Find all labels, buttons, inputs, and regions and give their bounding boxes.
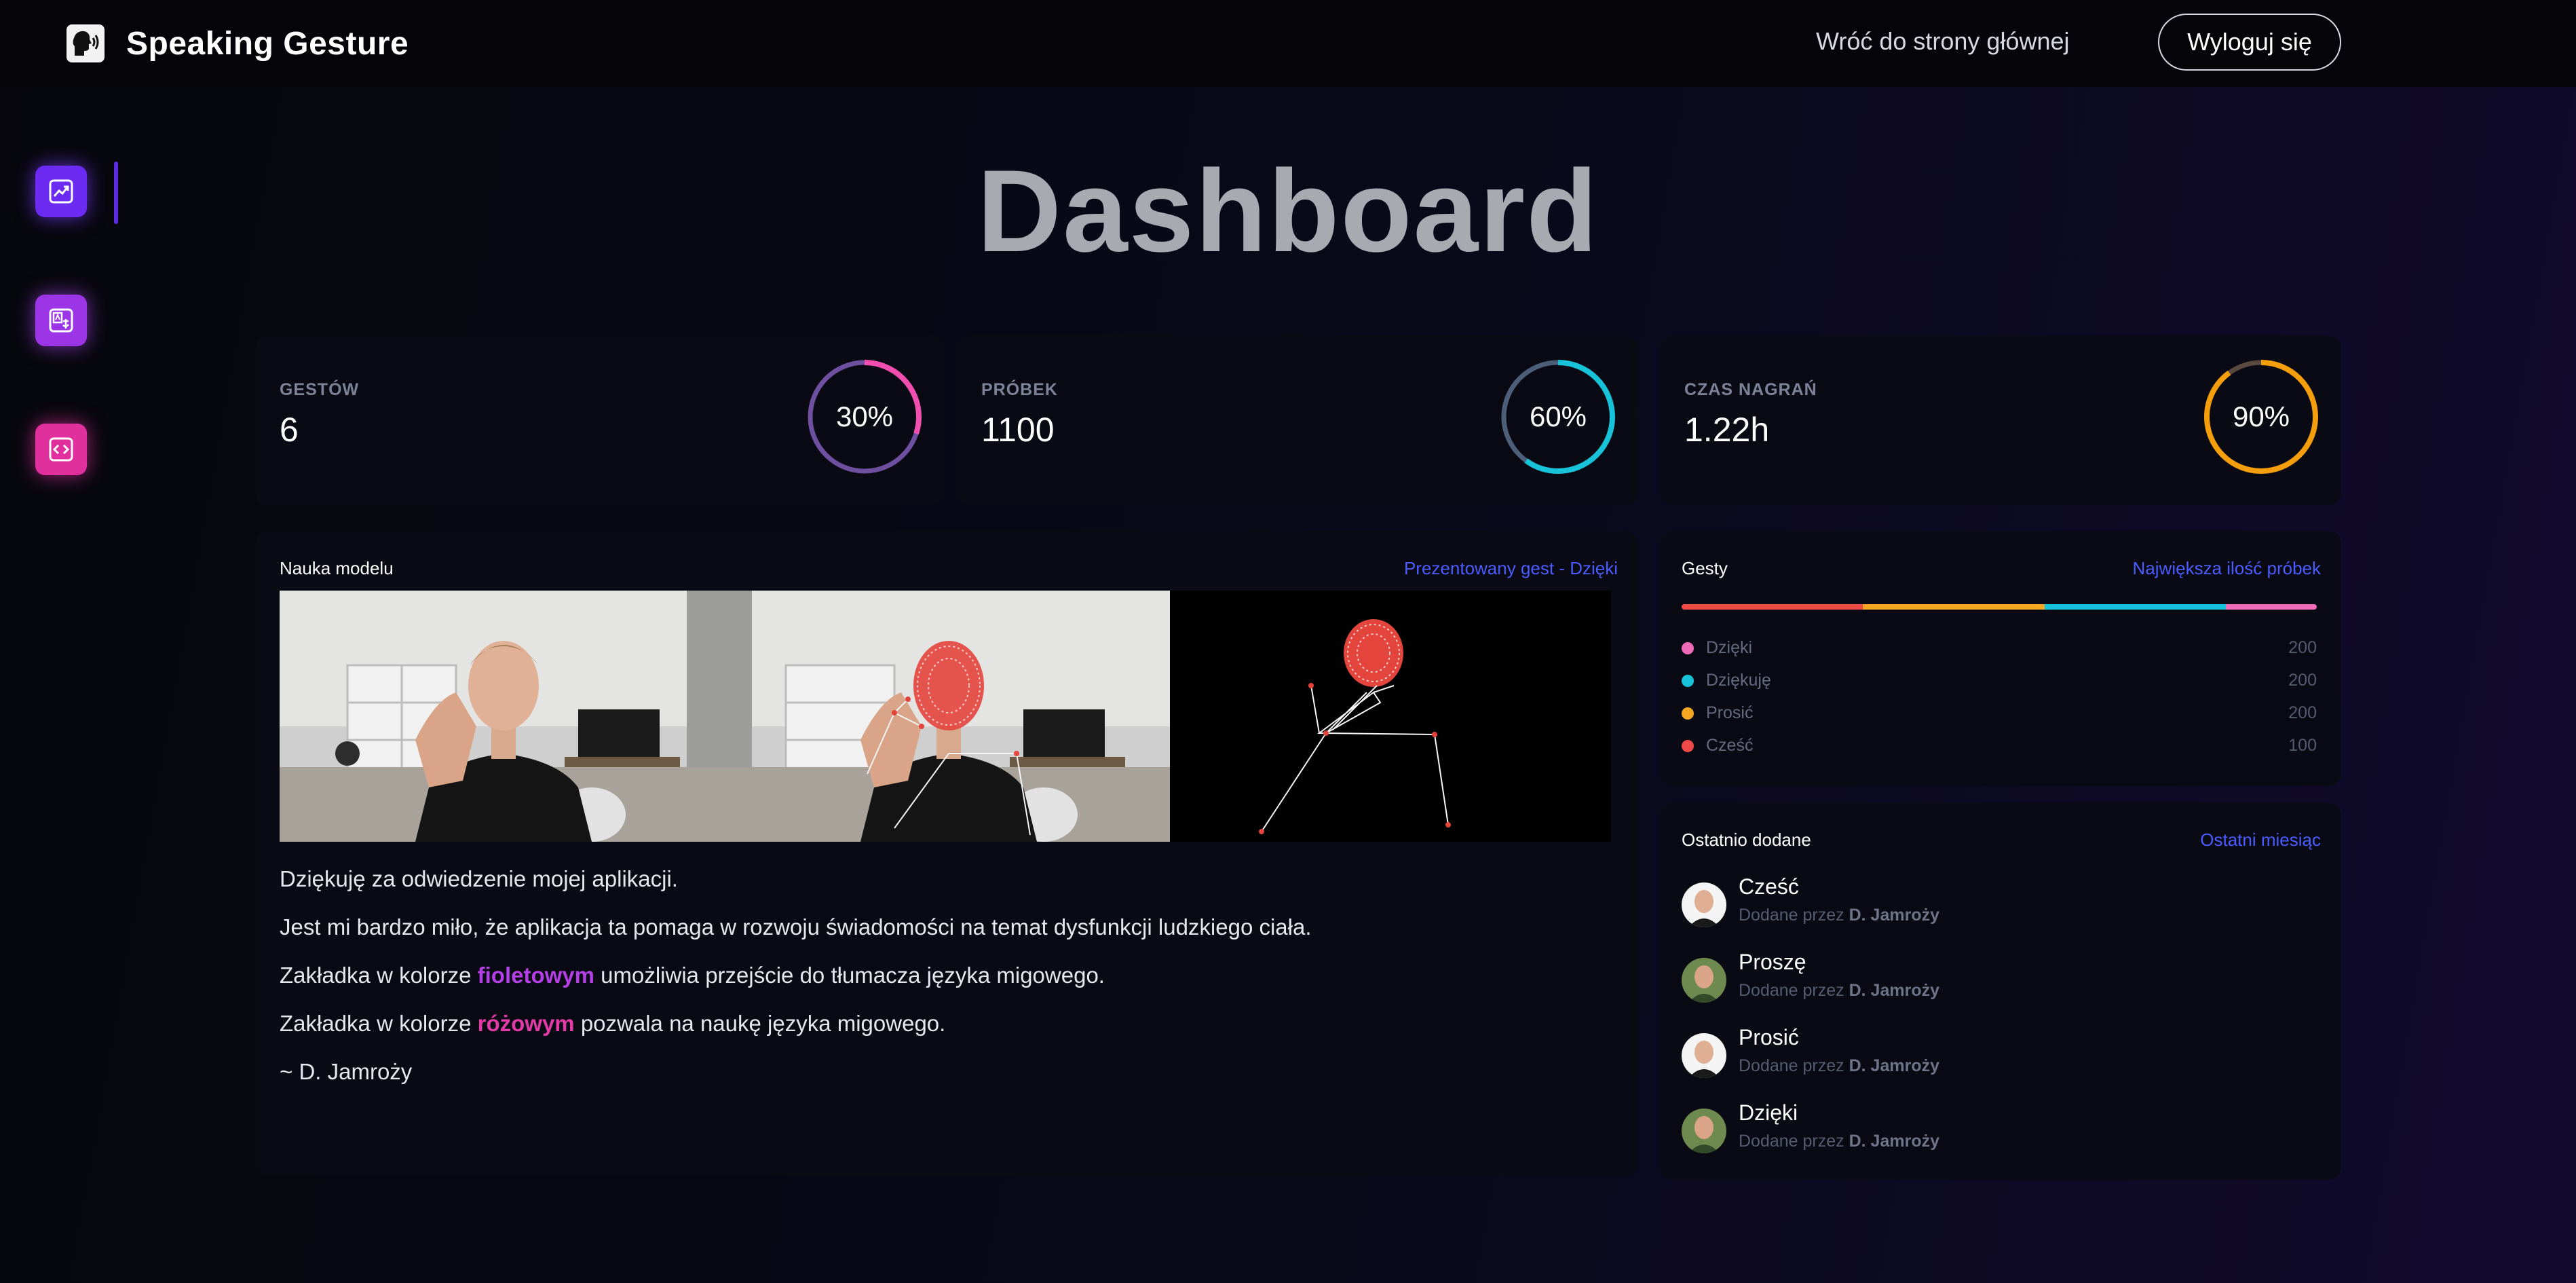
presented-gesture-link[interactable]: Prezentowany gest - Dzięki [1404,558,1618,579]
added-by-label: Dodane przez [1739,906,1849,925]
message-text: pozwala na naukę języka migowego. [574,1011,946,1036]
message-text: umożliwia przejście do tłumacza języka m… [594,963,1105,988]
color-dot-icon [1682,740,1694,752]
added-by-label: Dodane przez [1739,1132,1849,1151]
stat-card-recording-time: CZAS NAGRAŃ 1.22h 90% [1660,335,2341,505]
landmarks-frame [725,591,1170,842]
gesture-name: Dziękuję [1706,671,1771,690]
stat-card-samples: PRÓBEK 1100 60% [957,335,1638,505]
card-title: Ostatnio dodane [1682,830,1811,850]
brand-name: Speaking Gesture [126,25,409,62]
avatar [1682,882,1726,927]
gesture-row[interactable]: Prosić 200 [1682,703,2317,724]
gesture-row[interactable]: Dziękuję 200 [1682,671,2317,691]
recent-item-title: Proszę [1739,950,1806,974]
avatar [1682,958,1726,1003]
bar-segment [2044,604,2227,610]
recently-added-card: Ostatnio dodane Ostatni miesiąc Cześć Do… [1660,802,2341,1180]
translate-icon [49,308,73,333]
stat-label: CZAS NAGRAŃ [1684,380,1817,399]
logout-button[interactable]: Wyloguj się [2158,14,2341,71]
signature: ~ D. Jamroży [280,1059,413,1084]
message-line: Jest mi bardzo miło, że aplikacja ta pom… [280,914,1312,940]
color-dot-icon [1682,707,1694,720]
author-name: D. Jamroży [1849,1056,1939,1075]
stat-value: 6 [280,411,299,449]
added-by-label: Dodane przez [1739,981,1849,1000]
avatar [1682,1109,1726,1153]
gesture-count: 200 [2288,671,2317,690]
progress-percent: 30% [835,401,894,432]
progress-ring: 30% [803,356,926,478]
last-month-link[interactable]: Ostatni miesiąc [2200,830,2321,851]
gesture-row[interactable]: Cześć 100 [1682,736,2317,756]
added-by-label: Dodane przez [1739,1056,1849,1075]
avatar [1682,1033,1726,1078]
color-dot-icon [1682,675,1694,687]
speaking-head-logo-icon [67,24,105,62]
stat-value: 1.22h [1684,411,1770,449]
recent-item-subtitle: Dodane przez D. Jamroży [1739,906,1939,925]
gestures-card: Gesty Największa ilość próbek Dzięki 200… [1660,531,2341,786]
gesture-count: 100 [2288,736,2317,755]
stat-card-gestures: GESTÓW 6 30% [255,335,945,505]
gestures-distribution-bar [1682,604,2317,610]
webcam-frame [280,591,725,842]
message-line: Dziękuję za odwiedzenie mojej aplikacji. [280,866,678,891]
page-title: Dashboard [977,146,1599,276]
gesture-count: 200 [2288,703,2317,722]
sidebar-translator-button[interactable] [35,295,87,346]
recent-item-title: Dzięki [1739,1100,1798,1125]
message-line-pink-tab: Zakładka w kolorze różowym pozwala na na… [280,1011,945,1037]
recent-item-subtitle: Dodane przez D. Jamroży [1739,1056,1939,1076]
bar-segment [1682,604,1863,610]
message-text: Zakładka w kolorze [280,1011,478,1036]
recent-item-subtitle: Dodane przez D. Jamroży [1739,1132,1939,1151]
gesture-name: Dzięki [1706,638,1753,657]
author-name: D. Jamroży [1849,906,1939,925]
recent-item-title: Cześć [1739,874,1799,899]
stat-label: GESTÓW [280,380,360,399]
highlight-pink: różowym [477,1011,575,1036]
progress-percent: 60% [1529,401,1587,432]
gesture-name: Cześć [1706,736,1754,755]
progress-percent: 90% [2232,401,2290,432]
recent-item[interactable]: Proszę Dodane przez D. Jamroży [1682,948,2317,1016]
most-samples-link[interactable]: Największa ilość próbek [2133,558,2321,579]
code-icon [49,437,73,462]
recent-item[interactable]: Prosić Dodane przez D. Jamroży [1682,1024,2317,1092]
progress-ring: 90% [2200,356,2322,478]
card-title: Nauka modelu [280,558,394,578]
highlight-purple: fioletowym [477,963,594,988]
stat-value: 1100 [981,411,1055,449]
brand[interactable]: Speaking Gesture [67,20,409,67]
bar-segment [2226,604,2317,610]
back-to-home-link[interactable]: Wróć do strony głównej [1816,27,2070,56]
author-name: D. Jamroży [1849,981,1939,1000]
model-learning-card: Nauka modelu Prezentowany gest - Dzięki [255,531,1638,1176]
recent-item[interactable]: Dzięki Dodane przez D. Jamroży [1682,1099,2317,1167]
recent-item-subtitle: Dodane przez D. Jamroży [1739,981,1939,1001]
color-dot-icon [1682,642,1694,654]
recent-item-title: Prosić [1739,1025,1799,1049]
model-video-preview [280,591,1611,842]
gesture-name: Prosić [1706,703,1754,722]
bar-segment [1863,604,2045,610]
recent-item[interactable]: Cześć Dodane przez D. Jamroży [1682,873,2317,941]
card-title: Gesty [1682,558,1728,578]
top-bar: Speaking Gesture Wróć do strony głównej … [0,0,2576,87]
gesture-count: 200 [2288,638,2317,657]
gesture-row[interactable]: Dzięki 200 [1682,638,2317,658]
sidebar-learning-button[interactable] [35,424,87,475]
message-line-purple-tab: Zakładka w kolorze fioletowym umożliwia … [280,963,1105,988]
progress-ring: 60% [1497,356,1619,478]
stat-label: PRÓBEK [981,380,1058,399]
message-text: Zakładka w kolorze [280,963,478,988]
author-name: D. Jamroży [1849,1132,1939,1151]
skeleton-frame [1170,591,1611,842]
